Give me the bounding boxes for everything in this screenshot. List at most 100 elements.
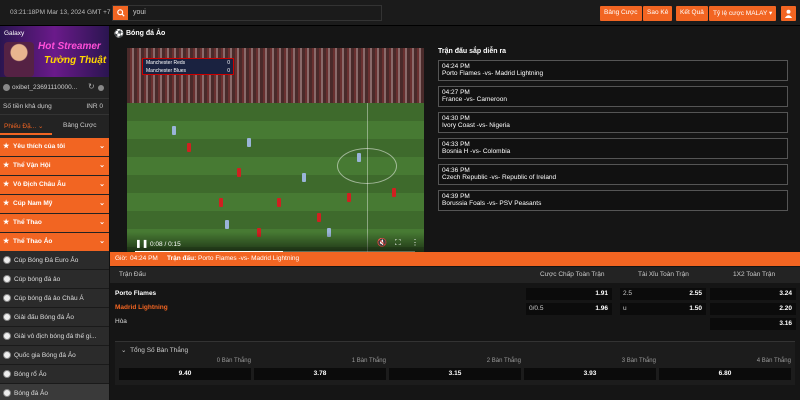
sidebar-menu-item[interactable]: ★ Thể Vận Hội ⌄ xyxy=(0,157,109,175)
sidebar-sport-item[interactable]: Bóng rổ Ảo xyxy=(0,365,109,384)
sidebar-sport-item[interactable]: Cúp Bóng Đá Euro Ảo xyxy=(0,251,109,270)
sidebar-sport-item[interactable]: Cúp bóng đá ảo Châu Á xyxy=(0,289,109,308)
match-info-bar: Giờ: 04:24 PM Trận đấu: Porto Flames -vs… xyxy=(110,252,800,266)
scoreboard-home: Manchester Reds 0 xyxy=(143,59,233,67)
handicap-home-odds[interactable]: 1.91 xyxy=(526,288,612,300)
under-odds[interactable]: u 1.50 xyxy=(620,303,706,315)
category-icon: ★ xyxy=(3,200,10,207)
video-player[interactable]: Manchester Reds 0 Manchester Blues 0 ❚❚ 0:… xyxy=(127,48,424,253)
search-input[interactable]: youi xyxy=(133,9,146,16)
promo-subtitle: Tường Thuật xyxy=(44,55,107,66)
page-title: Bóng đá Ảo xyxy=(126,30,166,37)
search-icon[interactable] xyxy=(113,6,128,20)
upcoming-match-card[interactable]: 04:24 PM Porto Flames -vs- Madrid Lightni… xyxy=(438,60,788,81)
goal-option-odds[interactable]: 9.40 xyxy=(119,368,251,380)
scoreboard-away: Manchester Blues 0 xyxy=(143,67,233,75)
draw-odds[interactable]: 3.16 xyxy=(710,318,796,330)
goal-option[interactable]: 1 Bàn Thắng 3.78 xyxy=(254,358,386,382)
column-header-match: Trận Đấu xyxy=(119,271,146,278)
statement-button[interactable]: Sao Kê xyxy=(643,6,673,21)
results-button[interactable]: Kết Quả xyxy=(676,6,708,21)
sidebar-sport-label: Giải đấu Bóng đá Ảo xyxy=(14,314,74,321)
more-options-icon[interactable]: ⋮ xyxy=(411,238,419,247)
sidebar-menu-item[interactable]: ★ Thể Thao ⌄ xyxy=(0,214,109,232)
sidebar-sport-item[interactable]: Bóng đá Ảo xyxy=(0,384,109,400)
odds-value: 2.20 xyxy=(779,305,792,312)
sidebar-sport-list: Cúp Bóng Đá Euro Ảo Cúp bóng đá ảo Cúp bón… xyxy=(0,251,109,400)
match-name: Czech Republic -vs- Republic of Ireland xyxy=(442,174,557,181)
refresh-icon[interactable]: ↻ xyxy=(88,82,95,91)
search-box[interactable]: youi xyxy=(112,5,382,21)
tab-bet-slip[interactable]: Phiếu Đặ... ⌄ xyxy=(0,119,52,135)
balance-value: INR 0 xyxy=(86,103,103,110)
settings-icon[interactable] xyxy=(98,85,104,91)
upcoming-match-card[interactable]: 04:36 PM Czech Republic -vs- Republic of … xyxy=(438,164,788,185)
total-goals-section: ⌄ Tổng Số Bàn Thắng 0 Bàn Thắng 9.40 1 Bàn… xyxy=(115,341,795,385)
upcoming-match-card[interactable]: 04:33 PM Bosnia H -vs- Colombia xyxy=(438,138,788,159)
upcoming-match-card[interactable]: 04:27 PM France -vs- Cameroon xyxy=(438,86,788,107)
sidebar-sport-label: Cúp bóng đá ảo xyxy=(14,276,61,283)
goal-option[interactable]: 2 Bàn Thắng 3.15 xyxy=(389,358,521,382)
sidebar-menu-item[interactable]: ★ Cúp Nam Mỹ ⌄ xyxy=(0,195,109,213)
pause-icon[interactable]: ❚❚ xyxy=(135,239,148,248)
user-icon[interactable] xyxy=(781,6,796,21)
match-name: Porto Flames -vs- Madrid Lightning xyxy=(442,70,544,77)
goal-option-label: 0 Bàn Thắng xyxy=(216,358,251,364)
sidebar-menu-item[interactable]: ★ Vô Địch Châu Âu ⌄ xyxy=(0,176,109,194)
centre-circle xyxy=(337,148,397,184)
page-header: ⚽ Bóng đá Ảo xyxy=(114,29,165,41)
sidebar-sport-item[interactable]: Giải vô địch bóng đá thế gi... xyxy=(0,327,109,346)
time-label: Giờ: xyxy=(115,255,128,262)
sidebar-menu-item[interactable]: ★ Thể Thao Ảo ⌄ xyxy=(0,233,109,251)
goal-option-odds[interactable]: 6.80 xyxy=(659,368,791,380)
match-name: France -vs- Cameroon xyxy=(442,96,508,103)
account-row: oxibet_23691110000... ↻ xyxy=(0,77,109,99)
over-odds[interactable]: 2.5 2.55 xyxy=(620,288,706,300)
chevron-down-icon: ⌄ xyxy=(99,181,105,188)
goal-option-odds[interactable]: 3.15 xyxy=(389,368,521,380)
sidebar-sport-item[interactable]: Quốc gia Bóng đá Ảo xyxy=(0,346,109,365)
bet-list-button[interactable]: Bảng Cược xyxy=(600,6,642,21)
balance-label: Số tiền khả dụng xyxy=(3,103,52,110)
player xyxy=(392,188,396,197)
sport-icon xyxy=(3,351,11,359)
promo-banner[interactable]: Galaxy Hot Streamer Tường Thuật xyxy=(0,26,109,77)
user-avatar-icon xyxy=(3,84,10,91)
tab-my-bets[interactable]: Bảng Cược xyxy=(57,119,107,135)
stadium-stands xyxy=(127,48,424,103)
sidebar-menu-item[interactable]: ★ Yêu thích của tôi ⌄ xyxy=(0,138,109,156)
chevron-down-icon: ⌄ xyxy=(99,219,105,226)
handicap-line: 0/0.5 xyxy=(529,305,544,312)
goal-option[interactable]: 4 Bàn Thắng 6.80 xyxy=(659,358,791,382)
handicap-away-odds[interactable]: 0/0.5 1.96 xyxy=(526,303,612,315)
sidebar-sport-item[interactable]: Giải đấu Bóng đá Ảo xyxy=(0,308,109,327)
match-name: Ivory Coast -vs- Nigeria xyxy=(442,122,510,129)
player xyxy=(277,198,281,207)
match-time: 04:33 PM xyxy=(442,141,470,148)
total-line: 2.5 xyxy=(623,290,633,297)
goal-option-odds[interactable]: 3.78 xyxy=(254,368,386,380)
chevron-down-icon: ⌄ xyxy=(99,238,105,245)
mute-icon[interactable]: 🔇 xyxy=(377,238,387,247)
total-goals-title[interactable]: ⌄ Tổng Số Bàn Thắng xyxy=(121,346,188,354)
chevron-down-icon: ⌄ xyxy=(37,123,44,130)
home-win-odds[interactable]: 3.24 xyxy=(710,288,796,300)
player xyxy=(247,138,251,147)
sport-icon xyxy=(3,275,11,283)
odds-type-select[interactable]: Tỷ lệ cược MALAY ▾ xyxy=(709,6,777,21)
promo-title: Hot Streamer xyxy=(38,41,101,52)
upcoming-match-card[interactable]: 04:39 PM Borussia Foals -vs- PSV Peasants xyxy=(438,190,788,211)
player xyxy=(219,198,223,207)
upcoming-match-card[interactable]: 04:30 PM Ivory Coast -vs- Nigeria xyxy=(438,112,788,133)
main-content: ⚽ Bóng đá Ảo Manchester Reds 0 Manchester… xyxy=(110,26,800,400)
fullscreen-icon[interactable]: ⛶ xyxy=(395,238,401,248)
sidebar-sport-item[interactable]: Cúp bóng đá ảo xyxy=(0,270,109,289)
away-team-name: Manchester Blues xyxy=(146,68,187,74)
goal-option[interactable]: 0 Bàn Thắng 9.40 xyxy=(119,358,251,382)
away-win-odds[interactable]: 2.20 xyxy=(710,303,796,315)
player xyxy=(187,143,191,152)
odds-table-header: Trận Đấu Cược Chấp Toàn Trận Tài Xỉu Toà… xyxy=(110,267,800,283)
goal-option-label: 3 Bàn Thắng xyxy=(621,358,656,364)
goal-option-odds[interactable]: 3.93 xyxy=(524,368,656,380)
goal-option[interactable]: 3 Bàn Thắng 3.93 xyxy=(524,358,656,382)
